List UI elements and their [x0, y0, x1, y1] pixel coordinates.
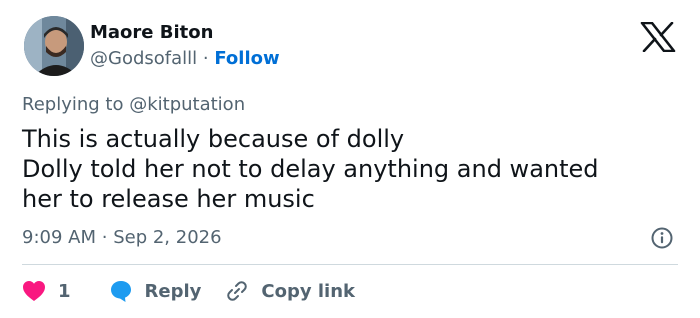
tweet-line: This is actually because of dolly: [22, 125, 405, 153]
tweet-date: Sep 2, 2026: [113, 227, 222, 248]
like-count: 1: [58, 280, 71, 302]
heart-icon: [23, 281, 45, 301]
replying-to: Replying to @kitputation: [22, 94, 245, 115]
avatar-image: [24, 16, 84, 76]
tweet-timestamp[interactable]: 9:09 AM · Sep 2, 2026: [22, 227, 222, 248]
reply-label: Reply: [144, 280, 202, 302]
user-handle-row: @Godsofalll · Follow: [90, 48, 280, 69]
avatar[interactable]: [24, 16, 84, 76]
reply-button[interactable]: Reply: [109, 279, 202, 303]
tweet-text: This is actually because of dolly Dolly …: [22, 124, 672, 214]
user-name[interactable]: Maore Biton: [90, 22, 213, 43]
user-handle[interactable]: @Godsofalll: [90, 48, 197, 69]
x-logo-icon[interactable]: [640, 21, 676, 53]
follow-button[interactable]: Follow: [214, 48, 279, 69]
divider: [22, 264, 678, 265]
action-bar: 1 Reply Copy link: [22, 278, 379, 304]
replying-prefix: Replying to: [22, 94, 124, 115]
tweet-line: her to release her music: [22, 185, 315, 213]
copy-link-button[interactable]: Copy link: [225, 279, 355, 303]
speech-bubble-icon: [110, 281, 131, 302]
copy-link-label: Copy link: [261, 280, 355, 302]
like-button[interactable]: 1: [22, 280, 85, 302]
reply-mention-link[interactable]: @kitputation: [129, 94, 245, 115]
link-icon: [227, 281, 248, 301]
info-icon[interactable]: [651, 227, 673, 249]
tweet-line: Dolly told her not to delay anything and…: [22, 155, 599, 183]
tweet-time: 9:09 AM: [22, 227, 96, 248]
handle-separator: ·: [202, 48, 209, 69]
timestamp-separator: ·: [101, 227, 108, 248]
